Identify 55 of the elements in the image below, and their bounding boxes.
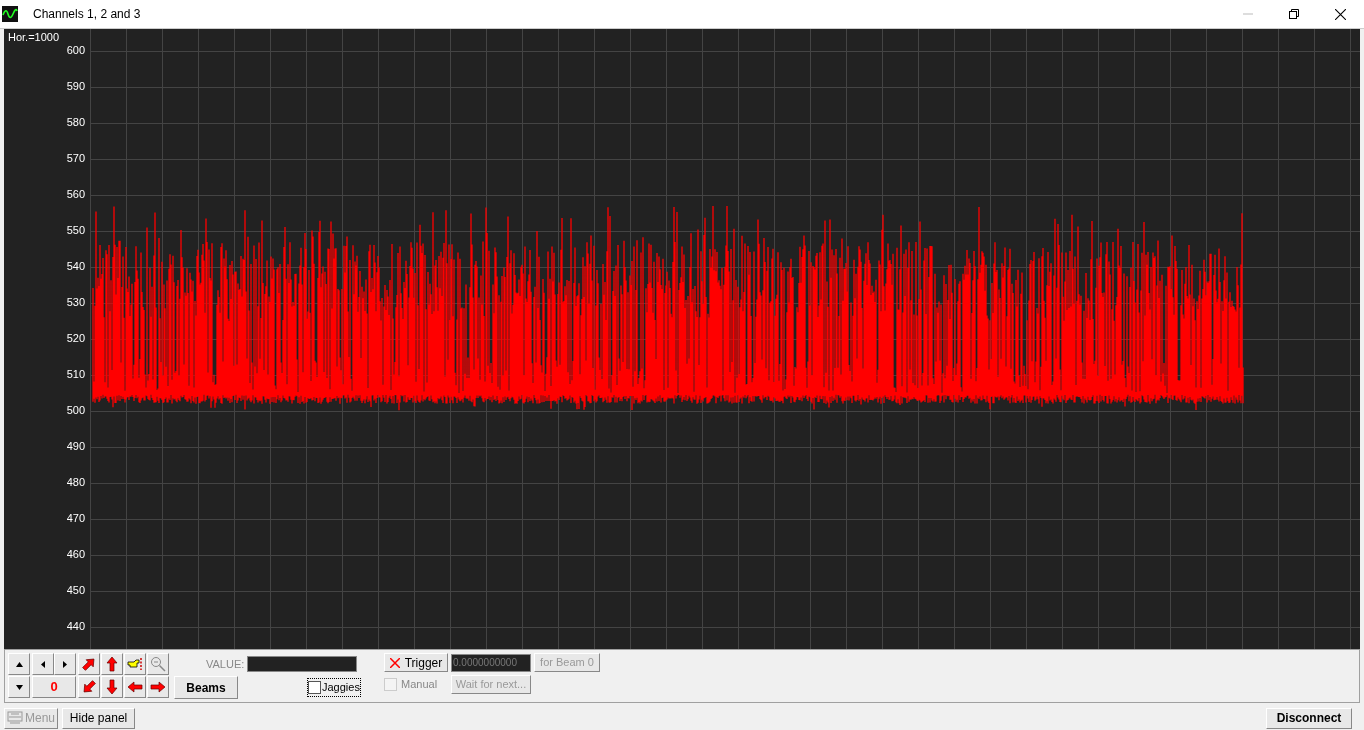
arrow-icon xyxy=(150,679,166,695)
y-axis-tick-label: 490 xyxy=(66,440,85,453)
value-field[interactable] xyxy=(247,656,358,672)
arrow-icon xyxy=(104,656,120,672)
triangle-icon xyxy=(41,660,45,668)
trigger-button[interactable]: Trigger xyxy=(384,653,448,672)
close-icon xyxy=(389,657,400,668)
beams-button[interactable]: Beams xyxy=(174,676,238,699)
y-axis-tick-label: 530 xyxy=(66,296,85,309)
arrow-icon xyxy=(104,679,120,695)
trigger-value-field: 0.0000000000 xyxy=(451,653,531,672)
arrow-button[interactable] xyxy=(101,676,123,698)
y-axis-tick-label: 590 xyxy=(66,80,85,93)
next-button[interactable] xyxy=(54,653,76,675)
y-axis-tick-label: 570 xyxy=(66,152,85,165)
horizontal-scale-label: Hor.=1000 xyxy=(8,31,60,44)
scroll-down-button[interactable] xyxy=(8,676,30,698)
disconnect-button[interactable]: Disconnect xyxy=(1266,707,1352,729)
arrow-button[interactable] xyxy=(78,653,100,675)
app-icon xyxy=(2,6,18,22)
triangle-icon xyxy=(63,660,67,668)
y-axis-tick-label: 480 xyxy=(66,476,85,489)
y-axis-tick-label: 540 xyxy=(66,260,85,273)
triangle-icon xyxy=(15,684,23,690)
oscilloscope-icon xyxy=(7,711,23,725)
pointing-hand-icon xyxy=(126,657,144,671)
y-axis-tick-label: 440 xyxy=(66,620,85,633)
previous-button[interactable] xyxy=(32,653,54,675)
close-button[interactable] xyxy=(1335,8,1346,20)
window-title: Channels 1, 2 and 3 xyxy=(33,6,141,23)
y-axis-tick-label: 550 xyxy=(66,224,85,237)
value-label: VALUE: xyxy=(206,656,245,672)
y-axis-tick-label: 580 xyxy=(66,116,85,129)
arrow-icon xyxy=(127,679,143,695)
y-axis-tick-label: 470 xyxy=(66,512,85,525)
magnifier-icon xyxy=(150,656,166,672)
hide-panel-button[interactable]: Hide panel xyxy=(62,707,136,729)
y-axis-tick-label: 450 xyxy=(66,584,85,597)
y-axis-tick-label: 510 xyxy=(66,368,85,381)
arrow-button[interactable] xyxy=(124,676,146,698)
triangle-icon xyxy=(15,661,23,667)
y-axis-tick-label: 600 xyxy=(66,44,85,57)
y-axis-tick-label: 460 xyxy=(66,548,85,561)
zoom-button[interactable] xyxy=(147,653,169,675)
arrow-button[interactable] xyxy=(78,676,100,698)
arrow-button[interactable] xyxy=(147,676,169,698)
pointer-button[interactable] xyxy=(124,653,146,675)
jaggies-checkbox[interactable]: Jaggies xyxy=(307,678,361,697)
counter-display: 0 xyxy=(32,676,76,698)
arrow-button[interactable] xyxy=(101,653,123,675)
y-axis-tick-label: 560 xyxy=(66,188,85,201)
y-axis-tick-label: 500 xyxy=(66,404,85,417)
restore-button[interactable] xyxy=(1289,9,1299,19)
scroll-up-button[interactable] xyxy=(8,653,30,675)
y-axis-tick-label: 520 xyxy=(66,332,85,345)
